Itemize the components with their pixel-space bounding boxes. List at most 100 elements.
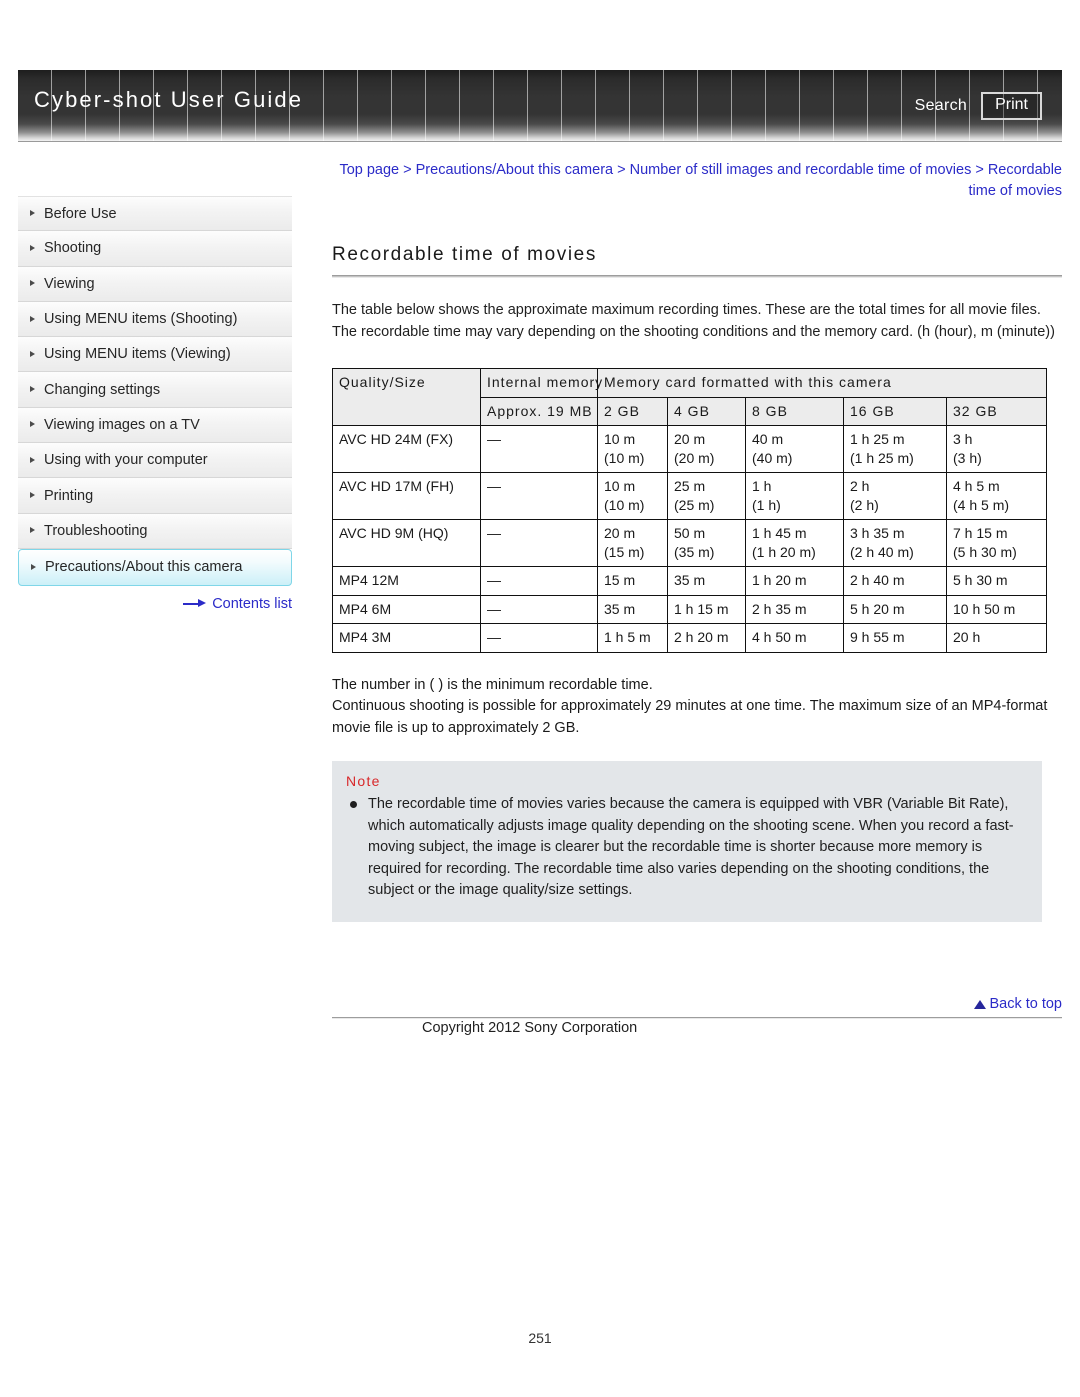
header-size-4-gb: 4 GB bbox=[667, 396, 746, 426]
cell-4-gb: 20 m (20 m) bbox=[667, 425, 746, 473]
cell-32-gb: 7 h 15 m (5 h 30 m) bbox=[945, 519, 1048, 567]
triangle-right-icon bbox=[30, 492, 35, 499]
recordable-time-table: Quality/Size Internal memory Memory card… bbox=[332, 368, 1048, 653]
cell-min-time: (2 h 40 m) bbox=[850, 543, 914, 560]
sidebar-item-label: Shooting bbox=[44, 240, 102, 257]
sidebar-item-using-with-your-computer[interactable]: Using with your computer bbox=[18, 443, 292, 479]
cell-16-gb: 1 h 25 m (1 h 25 m) bbox=[843, 425, 947, 473]
sidebar-item-viewing[interactable]: Viewing bbox=[18, 266, 292, 302]
post-table-note-line: The number in ( ) is the minimum recorda… bbox=[332, 676, 653, 693]
triangle-right-icon bbox=[30, 280, 35, 287]
sidebar-item-viewing-images-on-a-tv[interactable]: Viewing images on a TV bbox=[18, 407, 292, 444]
cell-32-gb: 3 h (3 h) bbox=[945, 425, 1048, 473]
sidebar-item-label: Before Use bbox=[44, 205, 117, 222]
cell-4-gb: 35 m bbox=[667, 566, 746, 596]
cell-min-time: (10 m) bbox=[604, 449, 645, 466]
cell-internal-memory: — bbox=[480, 566, 598, 596]
cell-max-time: 7 h 15 m bbox=[953, 525, 1008, 541]
sidebar-item-using-menu-items-shooting[interactable]: Using MENU items (Shooting) bbox=[18, 301, 292, 338]
cell-2-gb: 10 m (10 m) bbox=[597, 472, 668, 520]
sidebar-item-before-use[interactable]: Before Use bbox=[18, 196, 292, 232]
triangle-right-icon bbox=[30, 456, 35, 463]
contents-list-link[interactable]: Contents list bbox=[18, 596, 292, 612]
cell-quality-size: AVC HD 9M (HQ) bbox=[332, 519, 481, 567]
main-content: Recordable time of movies The table belo… bbox=[332, 244, 1062, 922]
cell-max-time: 10 m bbox=[604, 431, 636, 447]
cell-2-gb: 35 m bbox=[597, 594, 668, 624]
search-link[interactable]: Search bbox=[915, 97, 968, 115]
cell-2-gb: 20 m (15 m) bbox=[597, 519, 668, 567]
cell-min-time: (15 m) bbox=[604, 543, 645, 560]
sidebar-item-using-menu-items-viewing[interactable]: Using MENU items (Viewing) bbox=[18, 337, 292, 373]
cell-min-time: (10 m) bbox=[604, 496, 645, 513]
cell-32-gb: 20 h bbox=[945, 623, 1048, 653]
cell-max-time: 3 h bbox=[953, 431, 973, 447]
cell-max-time: 1 h 5 m bbox=[604, 629, 651, 645]
cell-min-time: (4 h 5 m) bbox=[953, 496, 1010, 513]
page-root: Cyber-shot User Guide Search Print Top p… bbox=[0, 0, 1080, 1397]
triangle-right-icon bbox=[30, 527, 35, 534]
copyright-text: Copyright 2012 Sony Corporation bbox=[422, 1020, 638, 1036]
intro-paragraph: The table below shows the approximate ma… bbox=[332, 302, 1055, 340]
back-to-top-link[interactable]: Back to top bbox=[332, 996, 1062, 1012]
breadcrumb[interactable]: Top page > Precautions/About this camera… bbox=[330, 160, 1062, 202]
cell-max-time: 20 m bbox=[604, 525, 636, 541]
cell-min-time: (2 h) bbox=[850, 496, 879, 513]
sidebar-nav: Before Use Shooting Viewing Using MENU item… bbox=[18, 196, 292, 612]
sidebar-item-shooting[interactable]: Shooting bbox=[18, 231, 292, 267]
cell-16-gb: 2 h (2 h) bbox=[843, 472, 947, 520]
triangle-right-icon bbox=[30, 386, 35, 393]
cell-max-time: 20 m bbox=[674, 431, 706, 447]
sidebar-item-label: Printing bbox=[44, 487, 94, 504]
cell-min-time: (40 m) bbox=[752, 449, 793, 466]
cell-max-time: 2 h 40 m bbox=[850, 572, 905, 588]
cell-quality-size: MP4 12M bbox=[332, 566, 481, 596]
cell-quality-size: AVC HD 17M (FH) bbox=[332, 472, 481, 520]
cell-max-time: 9 h 55 m bbox=[850, 629, 905, 645]
sidebar-item-troubleshooting[interactable]: Troubleshooting bbox=[18, 513, 292, 549]
header-size-8-gb: 8 GB bbox=[745, 396, 844, 426]
table-row: AVC HD 9M (HQ) — 20 m (15 m) 50 m (35 m) 1 h 4… bbox=[332, 519, 1048, 567]
print-button[interactable]: Print bbox=[981, 92, 1042, 120]
cell-32-gb: 4 h 5 m (4 h 5 m) bbox=[945, 472, 1048, 520]
page-number: 251 bbox=[528, 1330, 552, 1346]
title-divider bbox=[332, 275, 1062, 278]
cell-max-time: 5 h 20 m bbox=[850, 600, 905, 617]
cell-max-time: 2 h 35 m bbox=[752, 600, 807, 617]
table-row: AVC HD 24M (FX) — 10 m (10 m) 20 m (20 m) 40 m… bbox=[332, 425, 1048, 473]
cell-internal-memory: — bbox=[480, 425, 598, 473]
cell-max-time: 25 m bbox=[674, 478, 706, 494]
sidebar-item-changing-settings[interactable]: Changing settings bbox=[18, 372, 292, 408]
note-box: Note The recordable time of movies varie… bbox=[332, 761, 1042, 922]
triangle-right-icon bbox=[31, 563, 36, 570]
sidebar-item-label: Viewing bbox=[44, 275, 95, 292]
sidebar-item-label: Using MENU items (Viewing) bbox=[44, 346, 231, 363]
header-memory-card: Memory card formatted with this camera bbox=[596, 368, 1048, 398]
cell-max-time: 10 m bbox=[604, 478, 636, 494]
triangle-right-icon bbox=[30, 315, 35, 322]
arrow-right-icon bbox=[183, 599, 207, 608]
table-row: AVC HD 17M (FH) — 10 m (10 m) 25 m (25 m) 1 h (… bbox=[332, 472, 1048, 520]
cell-min-time: (3 h) bbox=[953, 449, 982, 466]
cell-16-gb: 3 h 35 m (2 h 40 m) bbox=[843, 519, 947, 567]
page-title: Recordable time of movies bbox=[332, 244, 597, 265]
note-heading: Note bbox=[346, 773, 381, 789]
cell-internal-memory: — bbox=[480, 519, 598, 567]
cell-internal-memory: — bbox=[480, 623, 598, 653]
cell-max-time: 35 m bbox=[674, 572, 706, 588]
table-head: Quality/Size Internal memory Memory card… bbox=[332, 368, 1048, 426]
sidebar-item-label: Viewing images on a TV bbox=[44, 416, 200, 433]
header-internal-memory: Internal memory bbox=[480, 368, 602, 398]
header-size-2-gb: 2 GB bbox=[597, 396, 668, 426]
sidebar-item-precautions-about-this-camera[interactable]: Precautions/About this camera bbox=[18, 548, 292, 586]
sidebar-item-printing[interactable]: Printing bbox=[18, 478, 292, 514]
sidebar-item-label: Changing settings bbox=[44, 381, 161, 398]
sidebar-item-label: Troubleshooting bbox=[44, 522, 148, 539]
cell-max-time: 40 m bbox=[752, 431, 784, 447]
cell-4-gb: 25 m (25 m) bbox=[667, 472, 746, 520]
header-size-16-gb: 16 GB bbox=[843, 396, 947, 426]
cell-max-time: 5 h 30 m bbox=[953, 572, 1008, 588]
cell-max-time: 1 h 25 m bbox=[850, 431, 905, 447]
cell-8-gb: 1 h 45 m (1 h 20 m) bbox=[745, 519, 844, 567]
header-size-approx-19-mb: Approx. 19 MB bbox=[480, 396, 598, 426]
